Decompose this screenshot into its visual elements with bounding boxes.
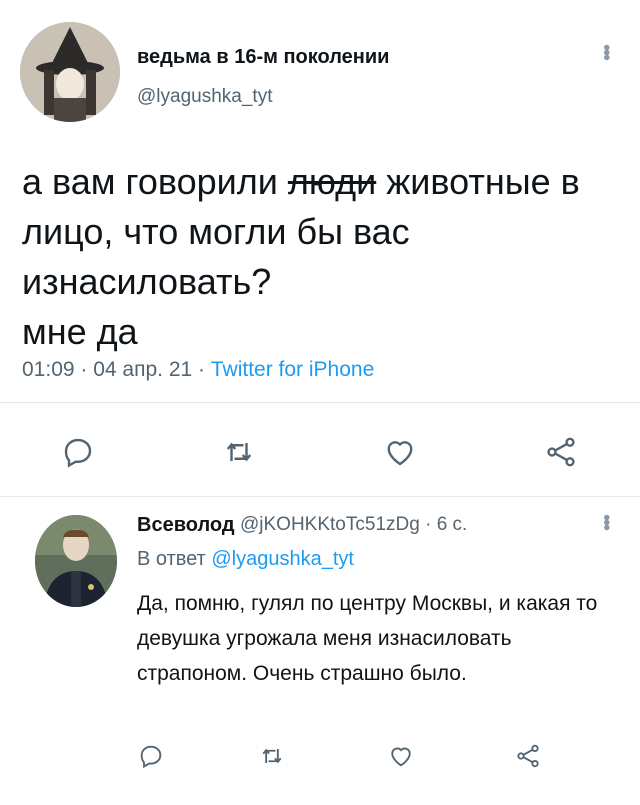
heart-icon[interactable] xyxy=(382,434,418,470)
tweet-time[interactable]: 01:09 xyxy=(22,358,75,381)
tweet-meta: 01:09 · 04 апр. 21 · Twitter for iPhone xyxy=(22,358,374,382)
divider xyxy=(0,496,640,497)
separator: · xyxy=(419,514,437,535)
retweet-icon[interactable] xyxy=(258,742,286,770)
author-handle[interactable]: @lyagushka_tyt xyxy=(137,86,272,108)
tweet-date[interactable]: 04 апр. 21 xyxy=(93,358,192,381)
author-avatar[interactable] xyxy=(20,22,120,122)
reply-author-handle[interactable]: @jKOHKKtoTc51zDg xyxy=(240,514,420,535)
reply-to-line: В ответ @lyagushka_tyt xyxy=(137,548,354,571)
reply-to-handle[interactable]: @lyagushka_tyt xyxy=(211,548,354,570)
share-icon[interactable] xyxy=(514,742,542,770)
reply-meta: @jKOHKKtoTc51zDg · 6 с. xyxy=(240,514,467,536)
tweet-text-line2: мне да xyxy=(22,311,138,352)
more-icon[interactable]: ••• xyxy=(594,514,617,529)
reply-author-avatar[interactable] xyxy=(35,515,117,607)
reply-icon[interactable] xyxy=(60,434,96,470)
reply-author-name[interactable]: Всеволод xyxy=(137,514,235,537)
divider xyxy=(0,402,640,403)
tweet-text-part: а вам говорили xyxy=(22,161,288,202)
heart-icon[interactable] xyxy=(387,742,415,770)
tweet-text: а вам говорили люди животные в лицо, что… xyxy=(22,157,622,357)
retweet-icon[interactable] xyxy=(221,434,257,470)
reply-text: Да, помню, гулял по центру Москвы, и как… xyxy=(137,592,598,685)
struck-word: люди xyxy=(287,161,377,202)
author-name[interactable]: ведьма в 16-м поколении xyxy=(137,46,389,69)
tweet-source[interactable]: Twitter for iPhone xyxy=(211,358,374,381)
more-icon[interactable]: ••• xyxy=(594,44,617,59)
separator: · xyxy=(192,358,211,381)
reply-to-prefix: В ответ xyxy=(137,548,212,570)
reply-icon[interactable] xyxy=(137,742,165,770)
share-icon[interactable] xyxy=(543,434,579,470)
reply-age[interactable]: 6 с. xyxy=(437,514,468,535)
separator: · xyxy=(74,358,94,381)
